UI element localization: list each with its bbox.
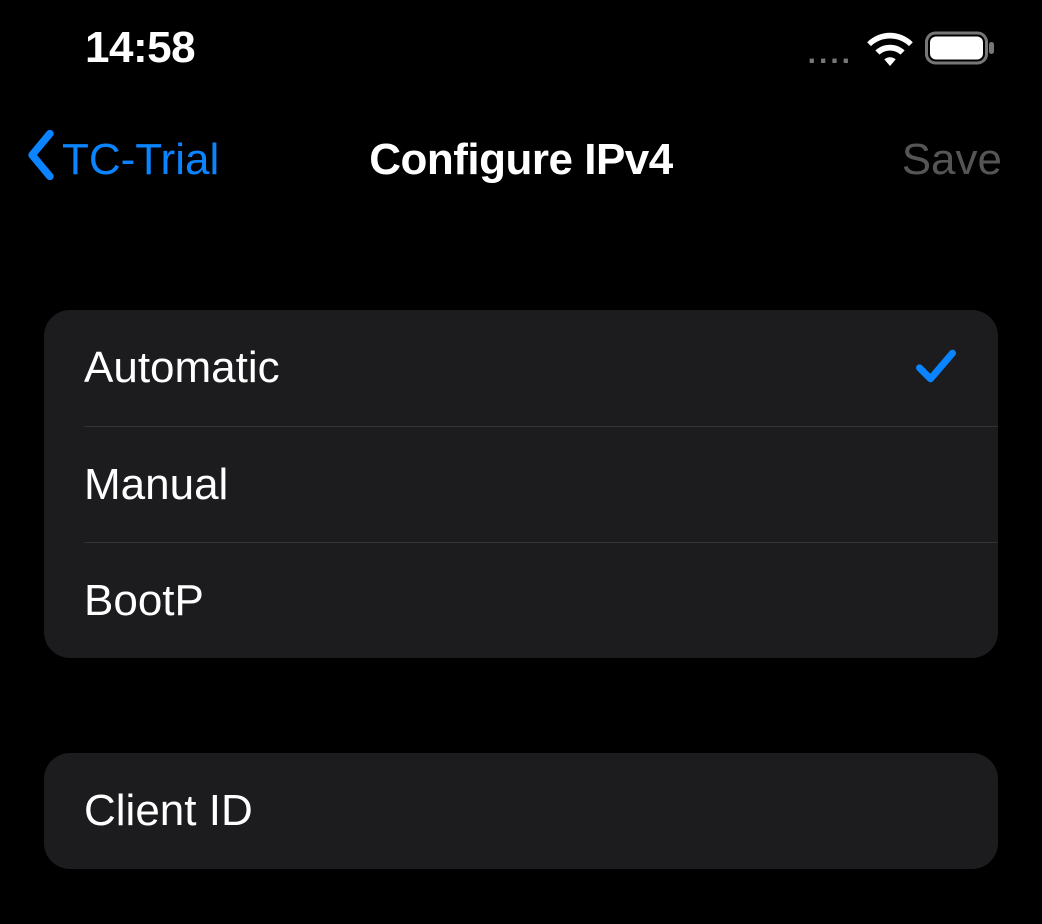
signal-dots-icon: .... [808, 37, 853, 71]
option-label: Automatic [84, 343, 280, 393]
option-bootp[interactable]: BootP [84, 542, 998, 658]
option-label: Manual [84, 460, 228, 510]
page-title: Configure IPv4 [369, 135, 673, 185]
chevron-left-icon [26, 130, 56, 191]
option-automatic[interactable]: Automatic [44, 310, 998, 426]
save-button[interactable]: Save [902, 135, 1002, 185]
option-label: BootP [84, 576, 204, 626]
wifi-icon [867, 29, 913, 67]
nav-bar: TC-Trial Configure IPv4 Save [0, 95, 1042, 225]
content: Automatic Manual BootP Client ID [0, 225, 1042, 869]
option-manual[interactable]: Manual [84, 426, 998, 542]
client-id-row[interactable]: Client ID [44, 753, 998, 869]
back-button[interactable]: TC-Trial [26, 130, 219, 191]
status-right: .... [808, 29, 997, 67]
options-group: Automatic Manual BootP [44, 310, 998, 658]
checkmark-icon [914, 344, 958, 393]
status-bar: 14:58 .... [0, 0, 1042, 95]
client-id-group: Client ID [44, 753, 998, 869]
spacer [44, 658, 998, 753]
back-label: TC-Trial [62, 135, 219, 185]
client-id-label: Client ID [84, 786, 253, 836]
battery-icon [925, 30, 997, 66]
status-time: 14:58 [85, 23, 195, 73]
